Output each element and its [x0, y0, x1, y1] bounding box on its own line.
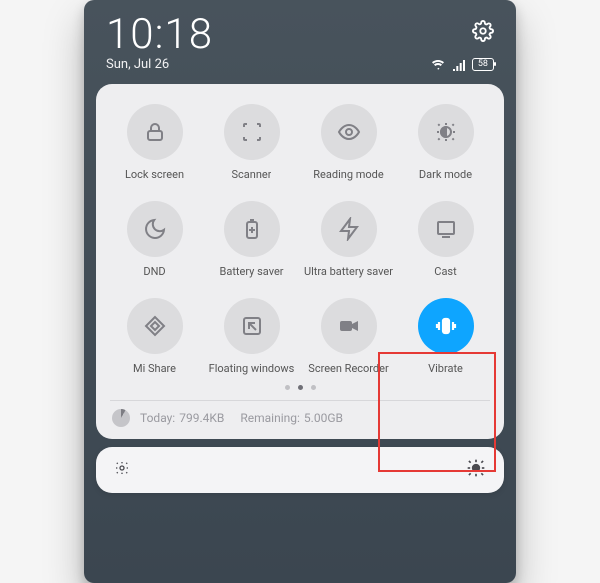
floating-window-icon[interactable] — [224, 298, 280, 354]
mi-share-icon[interactable] — [127, 298, 183, 354]
clock: 10:18 — [106, 10, 494, 59]
settings-gear-icon[interactable] — [472, 20, 494, 46]
pager-dot[interactable] — [298, 385, 303, 390]
data-today-label: Today: — [140, 411, 175, 425]
moon-icon[interactable] — [127, 201, 183, 257]
tile-label: Cast — [434, 265, 456, 278]
tile-cast[interactable]: Cast — [397, 201, 494, 278]
video-icon[interactable] — [321, 298, 377, 354]
tile-label: Ultra battery saver — [304, 265, 393, 278]
tile-label: Battery saver — [219, 265, 283, 278]
vibrate-icon[interactable] — [418, 298, 474, 354]
tile-label: Reading mode — [313, 168, 383, 181]
bolt-icon[interactable] — [321, 201, 377, 257]
phone-frame: 10:18 Sun, Jul 26 58 Lock screen Scanner R… — [84, 0, 516, 583]
tile-battery-saver[interactable]: Battery saver — [203, 201, 300, 278]
tile-floating-windows[interactable]: Floating windows — [203, 298, 300, 375]
tile-label: DND — [143, 265, 165, 278]
page-indicator[interactable] — [106, 385, 494, 390]
tile-label: Scanner — [232, 168, 272, 181]
tile-mi-share[interactable]: Mi Share — [106, 298, 203, 375]
tile-vibrate[interactable]: Vibrate — [397, 298, 494, 375]
tile-label: Floating windows — [209, 362, 295, 375]
status-bar: 10:18 Sun, Jul 26 58 — [84, 0, 516, 74]
brightness-high-icon — [466, 458, 486, 482]
date: Sun, Jul 26 — [106, 57, 169, 72]
tile-screen-recorder[interactable]: Screen Recorder — [300, 298, 397, 375]
quick-settings-panel: Lock screen Scanner Reading mode Dark mode D… — [96, 84, 504, 439]
tile-label: Screen Recorder — [308, 362, 388, 375]
tiles-grid: Lock screen Scanner Reading mode Dark mode D… — [106, 104, 494, 375]
tile-scanner[interactable]: Scanner — [203, 104, 300, 181]
data-remaining-value: 5.00GB — [304, 411, 343, 425]
pager-dot[interactable] — [285, 385, 290, 390]
lock-icon[interactable] — [127, 104, 183, 160]
scanner-icon[interactable] — [224, 104, 280, 160]
divider — [110, 400, 490, 401]
tile-reading-mode[interactable]: Reading mode — [300, 104, 397, 181]
tile-dnd[interactable]: DND — [106, 201, 203, 278]
battery-indicator: 58 — [472, 58, 494, 71]
pager-dot[interactable] — [311, 385, 316, 390]
tile-label: Vibrate — [428, 362, 463, 375]
cast-icon[interactable] — [418, 201, 474, 257]
dark-mode-icon[interactable] — [418, 104, 474, 160]
data-usage-pie-icon — [112, 409, 130, 427]
tile-dark-mode[interactable]: Dark mode — [397, 104, 494, 181]
brightness-slider[interactable] — [96, 447, 504, 493]
data-today-value: 799.4KB — [179, 411, 224, 425]
eye-icon[interactable] — [321, 104, 377, 160]
brightness-low-icon — [114, 460, 130, 480]
tile-ultra-battery-saver[interactable]: Ultra battery saver — [300, 201, 397, 278]
tile-label: Dark mode — [419, 168, 472, 181]
data-remaining-label: Remaining: — [240, 411, 300, 425]
wifi-icon — [430, 59, 446, 71]
tile-label: Mi Share — [133, 362, 176, 375]
tile-lock-screen[interactable]: Lock screen — [106, 104, 203, 181]
battery-plus-icon[interactable] — [224, 201, 280, 257]
signal-icon — [452, 59, 466, 71]
data-usage-row[interactable]: Today: 799.4KB Remaining: 5.00GB — [106, 409, 494, 427]
tile-label: Lock screen — [125, 168, 184, 181]
status-icons: 58 — [430, 58, 494, 71]
